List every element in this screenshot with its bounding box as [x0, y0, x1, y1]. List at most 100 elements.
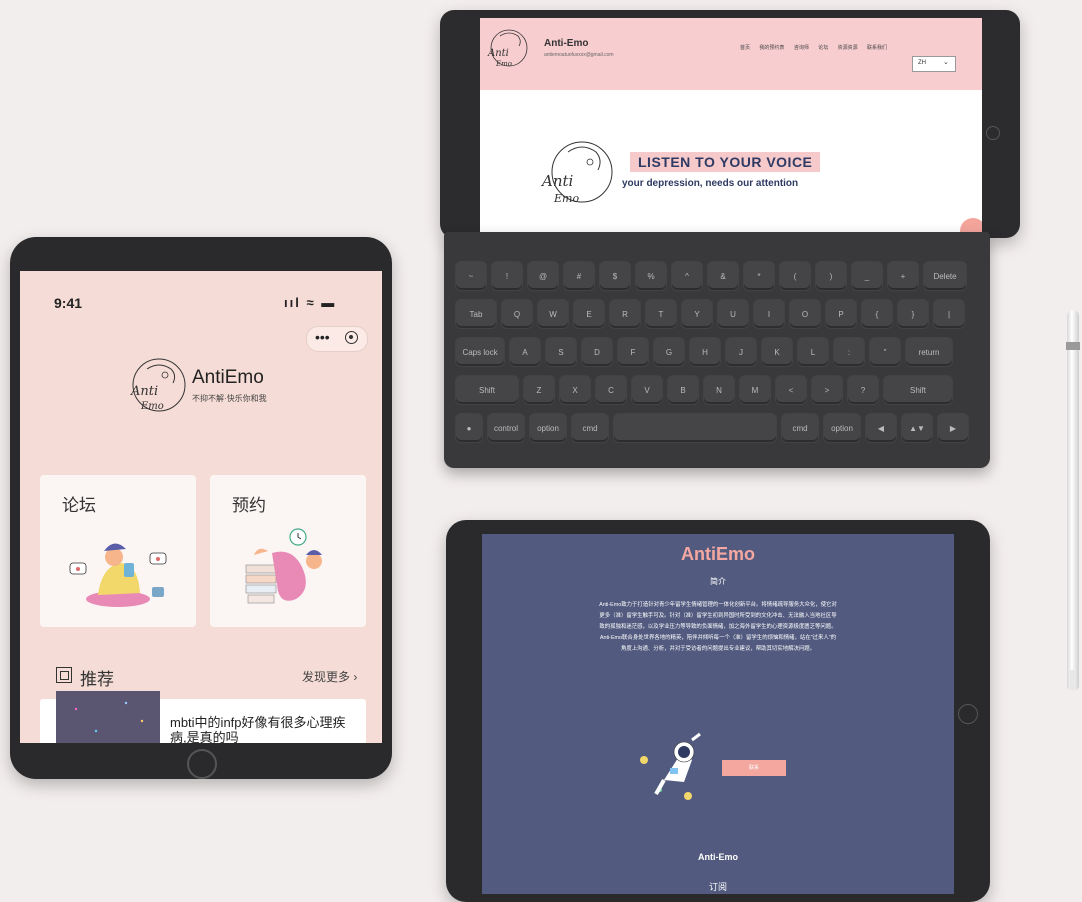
- key[interactable]: ?: [848, 376, 878, 404]
- key[interactable]: H: [690, 338, 720, 366]
- left-tablet: 9:41 ııl ≈ ▬ ••• Anti Emo AntiEmo 不抑不解·快…: [10, 237, 392, 779]
- booking-card[interactable]: 预约: [210, 475, 366, 627]
- hero-tagline: LISTEN TO YOUR VOICE: [630, 152, 821, 172]
- key[interactable]: F: [618, 338, 648, 366]
- key[interactable]: ~: [456, 262, 486, 290]
- key-return[interactable]: return: [906, 338, 952, 366]
- key[interactable]: L: [798, 338, 828, 366]
- camera: [986, 126, 1000, 140]
- key[interactable]: C: [596, 376, 626, 404]
- key[interactable]: &: [708, 262, 738, 290]
- nav-item-resources[interactable]: 资源资源: [838, 45, 858, 51]
- key[interactable]: |: [934, 300, 964, 328]
- site-logo[interactable]: Anti Emo: [484, 26, 534, 72]
- key[interactable]: D: [582, 338, 612, 366]
- key[interactable]: @: [528, 262, 558, 290]
- antiemo-logo: Anti Emo: [130, 358, 186, 412]
- key[interactable]: +: [888, 262, 918, 290]
- keyboard-row-5: ● control option cmd cmd option ◀ ▲▼ ▶: [456, 414, 968, 442]
- key-option-right[interactable]: option: [824, 414, 860, 442]
- status-icons: ııl ≈ ▬: [284, 295, 337, 310]
- key[interactable]: #: [564, 262, 594, 290]
- key[interactable]: U: [718, 300, 748, 328]
- nav-item-counselors[interactable]: 咨询师: [794, 45, 809, 51]
- key-control[interactable]: control: [488, 414, 524, 442]
- key[interactable]: $: [600, 262, 630, 290]
- forum-card[interactable]: 论坛: [40, 475, 196, 627]
- key[interactable]: }: [898, 300, 928, 328]
- recommended-post[interactable]: mbti中的infp好像有很多心理疾病,是真的吗: [40, 691, 366, 743]
- keyboard-row-3: Caps lock A S D F G H J K L : " return: [456, 338, 952, 366]
- intro-footer-brand: Anti-Emo: [698, 852, 738, 862]
- key-space[interactable]: [614, 414, 776, 442]
- key[interactable]: Z: [524, 376, 554, 404]
- key[interactable]: %: [636, 262, 666, 290]
- key-shift-right[interactable]: Shift: [884, 376, 952, 404]
- key[interactable]: *: [744, 262, 774, 290]
- svg-text:Emo: Emo: [495, 60, 512, 68]
- site-name: Anti-Emo: [544, 38, 589, 49]
- key[interactable]: <: [776, 376, 806, 404]
- key[interactable]: K: [762, 338, 792, 366]
- forum-illustration: [69, 543, 167, 607]
- nav-item-forum[interactable]: 论坛: [818, 45, 828, 51]
- keyboard-row-1: ~ ! @ # $ % ^ & * ( ) _ + Delete: [456, 262, 966, 290]
- language-select[interactable]: ZH ⌄: [912, 56, 956, 72]
- key-cmd[interactable]: cmd: [572, 414, 608, 442]
- recommend-icon: [56, 667, 72, 683]
- key[interactable]: {: [862, 300, 892, 328]
- key[interactable]: (: [780, 262, 810, 290]
- key[interactable]: Y: [682, 300, 712, 328]
- key-cmd-right[interactable]: cmd: [782, 414, 818, 442]
- contact-button[interactable]: 联系: [722, 760, 786, 776]
- key[interactable]: !: [492, 262, 522, 290]
- key[interactable]: ^: [672, 262, 702, 290]
- close-target-icon[interactable]: [345, 331, 358, 344]
- keyboard: ~ ! @ # $ % ^ & * ( ) _ + Delete Tab Q W…: [444, 232, 990, 468]
- key[interactable]: A: [510, 338, 540, 366]
- key[interactable]: M: [740, 376, 770, 404]
- key[interactable]: I: [754, 300, 784, 328]
- more-icon[interactable]: •••: [315, 329, 330, 345]
- key[interactable]: W: [538, 300, 568, 328]
- key[interactable]: ": [870, 338, 900, 366]
- key[interactable]: P: [826, 300, 856, 328]
- key[interactable]: G: [654, 338, 684, 366]
- forum-card-title: 论坛: [62, 496, 96, 515]
- key[interactable]: ): [816, 262, 846, 290]
- key-caps-lock[interactable]: Caps lock: [456, 338, 504, 366]
- key[interactable]: V: [632, 376, 662, 404]
- discover-more-link[interactable]: 发现更多 ›: [302, 668, 357, 685]
- capsule-menu[interactable]: •••: [306, 326, 368, 352]
- key[interactable]: X: [560, 376, 590, 404]
- key[interactable]: E: [574, 300, 604, 328]
- intro-screen: AntiEmo 简介 Anti-Emo致力于打造针对青少年留学生情绪管理的一体化…: [482, 534, 954, 894]
- key[interactable]: S: [546, 338, 576, 366]
- key[interactable]: Q: [502, 300, 532, 328]
- key-tab[interactable]: Tab: [456, 300, 496, 328]
- key-globe[interactable]: ●: [456, 414, 482, 442]
- key[interactable]: N: [704, 376, 734, 404]
- key-arrow-updown[interactable]: ▲▼: [902, 414, 932, 442]
- key[interactable]: O: [790, 300, 820, 328]
- key-option[interactable]: option: [530, 414, 566, 442]
- logo-text-emo: Emo: [140, 401, 164, 412]
- post-thumbnail: [56, 691, 160, 743]
- key[interactable]: >: [812, 376, 842, 404]
- key[interactable]: :: [834, 338, 864, 366]
- key-arrow-right[interactable]: ▶: [938, 414, 968, 442]
- home-button[interactable]: [187, 749, 217, 779]
- nav-item-home[interactable]: 首页: [740, 45, 750, 51]
- key[interactable]: _: [852, 262, 882, 290]
- key[interactable]: R: [610, 300, 640, 328]
- key[interactable]: T: [646, 300, 676, 328]
- svg-text:Emo: Emo: [553, 192, 579, 205]
- key-delete[interactable]: Delete: [924, 262, 966, 290]
- key-shift-left[interactable]: Shift: [456, 376, 518, 404]
- nav-item-contact[interactable]: 联系我们: [867, 45, 887, 51]
- key[interactable]: J: [726, 338, 756, 366]
- key[interactable]: B: [668, 376, 698, 404]
- intro-subtitle: 简介: [710, 577, 726, 586]
- nav-item-appointments[interactable]: 我的预约表: [759, 45, 784, 51]
- key-arrow-left[interactable]: ◀: [866, 414, 896, 442]
